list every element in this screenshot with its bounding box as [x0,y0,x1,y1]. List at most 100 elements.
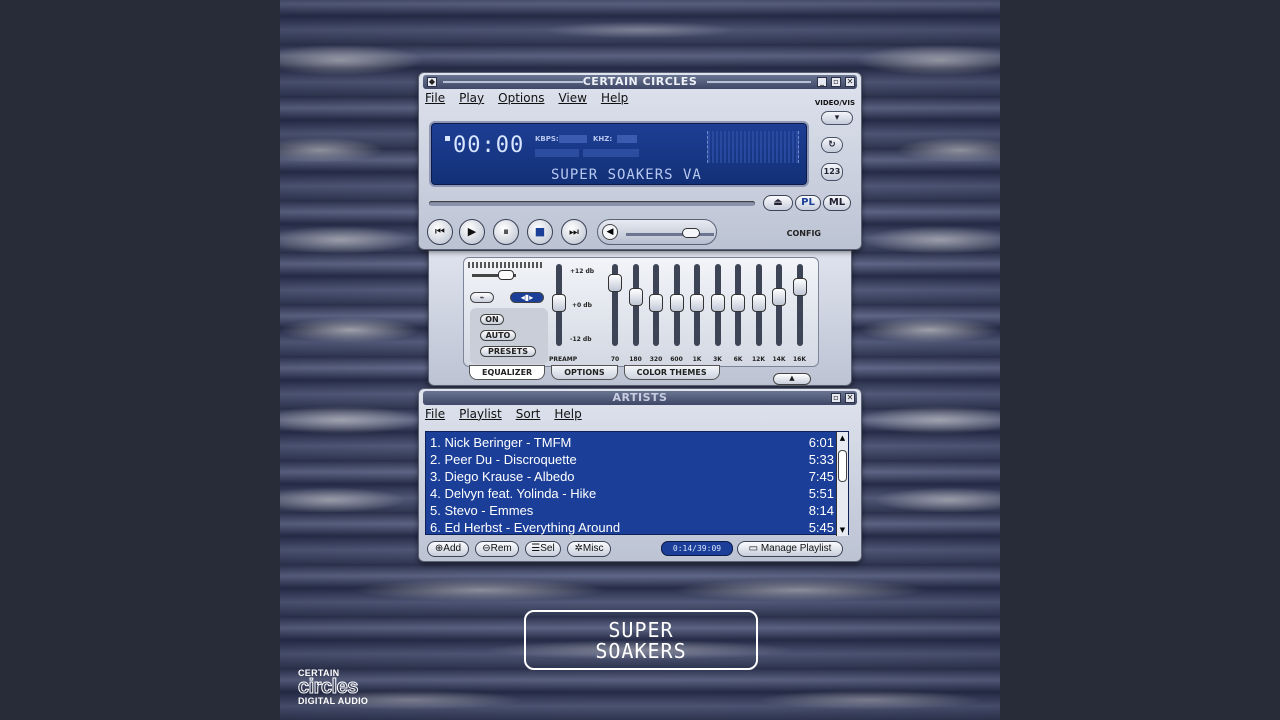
eq-on-button[interactable]: ON [480,314,504,325]
balance-knob[interactable] [498,270,514,280]
list-icon: ☰ [531,543,541,554]
manage-playlist-button[interactable]: ▭ Manage Playlist [737,541,843,557]
volume-icon[interactable]: ◀ [602,224,618,240]
eq-band-label: 180 [629,356,642,363]
display-screen: 00:00 KBPS: KHZ: SUPER SOAKERS VA [429,121,809,187]
eq-slider-320[interactable] [649,264,663,346]
eject-button[interactable]: ⏏ [763,195,793,211]
misc-button[interactable]: ✲Misc [567,541,611,557]
menu-options[interactable]: Options [498,91,544,109]
playlist-title: ARTISTS [612,391,668,404]
eq-slider-6k[interactable] [731,264,745,346]
remove-button[interactable]: ⊖Rem [475,541,519,557]
previous-button[interactable]: ⏮ [427,219,453,245]
eq-slider-knob[interactable] [552,294,566,312]
pl-menu-playlist[interactable]: Playlist [459,407,502,425]
track-duration: 5:33 [808,452,834,467]
db-minus-label: -12 db [570,336,592,343]
seek-bar[interactable] [429,201,755,206]
crossfade-icon[interactable]: ⌁ [470,292,494,303]
song-title-marquee: SUPER SOAKERS VA [551,167,702,183]
tab-options[interactable]: OPTIONS [551,365,618,380]
playlist-shade-icon[interactable]: ▫ [831,393,841,403]
eq-slider-knob[interactable] [649,294,663,312]
pause-button[interactable]: ⏸ [493,219,519,245]
track-row[interactable]: 1. Nick Beringer - TMFM 6:01 [430,434,834,451]
pl-menu-sort[interactable]: Sort [516,407,541,425]
eq-slider-grid: +12 db +0 db -12 db PREAMP 70 180 320 600 1K 3… [549,264,814,363]
menu-file[interactable]: File [425,91,445,109]
eq-band-label: 12K [752,356,765,363]
play-button[interactable]: ▶ [459,219,485,245]
eq-slider-14k[interactable] [772,264,786,346]
eq-slider-70[interactable] [608,264,622,346]
media-library-button[interactable]: ML [823,195,851,211]
eq-slider-knob[interactable] [792,278,807,296]
time-display[interactable]: 00:00 [453,133,524,158]
shuffle-icon[interactable]: 123 [821,163,843,181]
eq-slider-1k[interactable] [690,264,704,346]
main-titlebar[interactable]: ◆ CERTAIN CIRCLES _ ▫ ✕ [423,75,857,89]
eq-slider-600[interactable] [669,264,684,346]
volume-slider-knob[interactable] [682,228,700,238]
track-row[interactable]: 2. Peer Du - Discroquette 5:33 [430,451,834,468]
eq-slider-3k[interactable] [710,264,725,346]
menu-play[interactable]: Play [459,91,484,109]
playlist-time-display: 0:14/39:09 [661,541,733,556]
config-label[interactable]: CONFIG [787,229,821,238]
tab-equalizer[interactable]: EQUALIZER [469,365,546,380]
eq-slider-knob[interactable] [690,294,704,312]
track-row[interactable]: 5. Stevo - Emmes 8:14 [430,502,834,519]
play-status-indicator [445,136,450,141]
eq-slider-knob[interactable] [772,288,786,306]
pl-menu-file[interactable]: File [425,407,445,425]
eq-slider-preamp[interactable] [552,264,566,346]
eq-slider-knob[interactable] [608,274,622,292]
close-icon[interactable]: ✕ [845,77,855,87]
track-row[interactable]: 6. Ed Herbst - Everything Around 5:45 [430,519,834,536]
scroll-thumb[interactable] [838,450,847,482]
eq-collapse-button[interactable]: ▲ [773,373,811,385]
eq-presets-button[interactable]: PRESETS [480,346,536,357]
track-duration: 8:14 [808,503,834,518]
eq-slider-knob[interactable] [669,294,684,312]
playlist-toggle-button[interactable]: PL [795,195,821,211]
eq-slider-12k[interactable] [751,264,766,346]
scroll-down-icon[interactable]: ▼ [837,524,848,536]
repeat-icon[interactable]: ↻ [821,137,843,153]
menu-help[interactable]: Help [601,91,628,109]
pl-menu-help[interactable]: Help [554,407,581,425]
select-button[interactable]: ☰Sel [525,541,561,557]
menu-view[interactable]: View [558,91,586,109]
eq-slider-knob[interactable] [731,294,745,312]
track-list: 1. Nick Beringer - TMFM 6:01 2. Peer Du -… [425,431,849,536]
minimize-icon[interactable]: _ [817,77,827,87]
gear-icon: ✲ [574,543,583,554]
track-row[interactable]: 3. Diego Krause - Albedo 7:45 [430,468,834,485]
eq-slider-knob[interactable] [710,294,725,312]
tab-color-themes[interactable]: COLOR THEMES [623,365,720,380]
visualizer[interactable] [707,131,799,163]
eq-slider-16k[interactable] [792,264,807,346]
stop-button[interactable]: ■ [527,219,553,245]
track-duration: 6:01 [808,435,834,450]
next-button[interactable]: ⏭ [561,219,587,245]
db-plus-label: +12 db [570,268,595,275]
kbps-label: KBPS: [535,135,559,143]
volume-track[interactable] [626,233,714,236]
track-name: 4. Delvyn feat. Yolinda - Hike [430,486,597,501]
eq-slider-knob[interactable] [751,294,766,312]
eq-auto-button[interactable]: AUTO [480,330,516,341]
playlist-close-icon[interactable]: ✕ [845,393,855,403]
eq-slider-180[interactable] [628,264,643,346]
shade-icon[interactable]: ▫ [831,77,841,87]
playlist-scrollbar[interactable]: ▲ ▼ [836,432,848,536]
playlist-titlebar[interactable]: ARTISTS ▫ ✕ [423,391,857,405]
eq-mode-toggle[interactable]: ◂▮▸ [510,292,544,303]
video-vis-dropdown[interactable]: ▾ [821,111,853,125]
sel-label: Sel [540,543,555,554]
track-row[interactable]: 4. Delvyn feat. Yolinda - Hike 5:51 [430,485,834,502]
scroll-up-icon[interactable]: ▲ [837,432,848,444]
eq-slider-knob[interactable] [628,288,643,306]
add-button[interactable]: ⊕Add [427,541,469,557]
